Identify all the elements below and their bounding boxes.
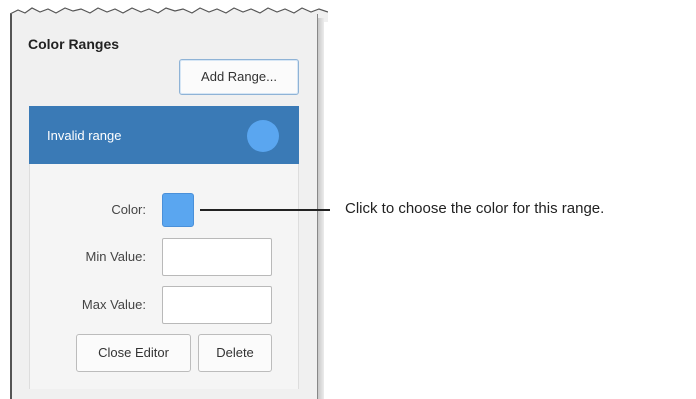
color-picker-swatch[interactable] (162, 193, 194, 227)
range-header[interactable]: Invalid range (29, 106, 299, 164)
min-value-input[interactable] (162, 238, 272, 276)
max-value-input[interactable] (162, 286, 272, 324)
color-label: Color: (111, 202, 146, 217)
min-value-label: Min Value: (85, 249, 146, 264)
callout-text: Click to choose the color for this range… (345, 200, 605, 217)
range-name: Invalid range (47, 128, 122, 143)
close-editor-button[interactable]: Close Editor (76, 334, 191, 372)
max-value-label: Max Value: (81, 297, 146, 312)
section-title: Color Ranges (28, 36, 120, 52)
range-color-indicator (247, 120, 279, 152)
delete-button[interactable]: Delete (198, 334, 272, 372)
add-range-button[interactable]: Add Range... (179, 59, 299, 95)
callout-line (200, 209, 330, 211)
